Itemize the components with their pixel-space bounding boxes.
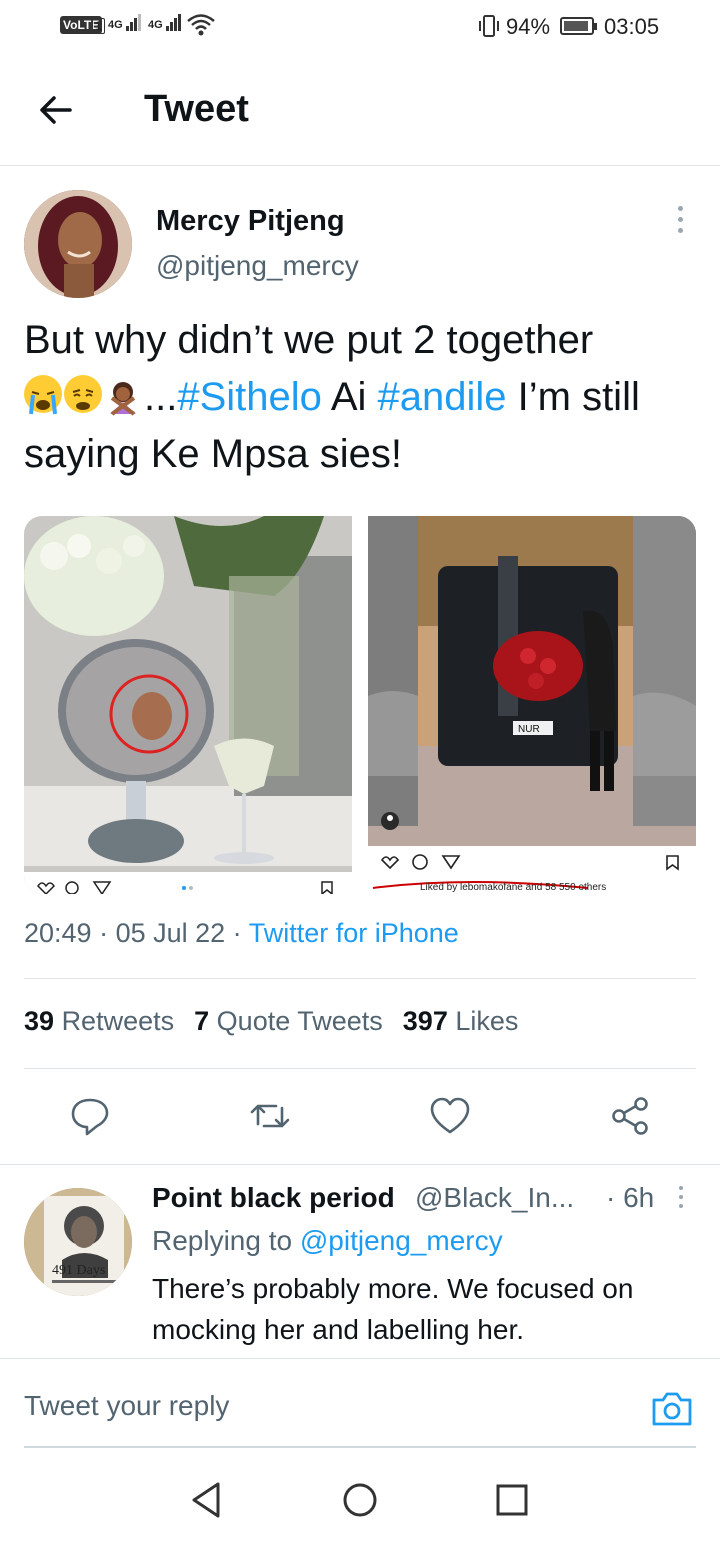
- replying-to: Replying to @pitjeng_mercy: [152, 1225, 503, 1256]
- battery-icon: [560, 17, 597, 35]
- tweet-date: 05 Jul 22: [115, 918, 226, 948]
- like-icon[interactable]: [428, 1094, 472, 1138]
- replying-to-link[interactable]: @pitjeng_mercy: [300, 1225, 503, 1256]
- back-nav-icon[interactable]: [186, 1478, 226, 1522]
- reply-input[interactable]: [24, 1390, 584, 1422]
- hashtag-sithelo[interactable]: #Sithelo: [177, 375, 322, 419]
- tweet-image-2[interactable]: NUR Liked by lebomakofane and 58 550 oth…: [368, 516, 696, 894]
- reply-time: · 6h: [606, 1182, 655, 1213]
- sim-badge: 1: [92, 18, 105, 34]
- camera-icon[interactable]: [650, 1386, 694, 1430]
- share-icon[interactable]: [608, 1094, 652, 1138]
- license-plate: NUR: [518, 724, 540, 735]
- recents-nav-icon[interactable]: [492, 1478, 532, 1522]
- reply-avatar[interactable]: 491 Days: [24, 1188, 132, 1296]
- divider: [24, 978, 696, 979]
- hashtag-andile[interactable]: #andile: [378, 375, 507, 419]
- signal-icon-2: 4G: [148, 14, 182, 31]
- wifi-icon: [187, 14, 215, 36]
- home-nav-icon[interactable]: [340, 1478, 380, 1522]
- quote-tweets-stat[interactable]: 7 Quote Tweets: [194, 1006, 383, 1036]
- tweet-stats: 39 Retweets 7 Quote Tweets 397 Likes: [24, 1006, 518, 1037]
- tweet-image-1[interactable]: [24, 516, 352, 894]
- retweet-icon[interactable]: [248, 1094, 292, 1138]
- reply-author-name[interactable]: Point black period: [152, 1182, 395, 1214]
- more-options-icon[interactable]: [672, 206, 688, 240]
- tweet-source[interactable]: Twitter for iPhone: [249, 918, 459, 948]
- retweets-stat[interactable]: 39 Retweets: [24, 1006, 174, 1036]
- status-bar: VoLTE 1 4G 4G 94% 03:05: [0, 0, 720, 56]
- signal-icon: 4G: [108, 14, 142, 31]
- divider: [24, 1068, 696, 1069]
- person-gesturing-no-icon: [104, 375, 142, 416]
- page-title: Tweet: [144, 88, 249, 130]
- divider: [0, 1164, 720, 1165]
- likes-stat[interactable]: 397 Likes: [403, 1006, 519, 1036]
- more-options-icon[interactable]: [676, 1186, 686, 1216]
- author-name[interactable]: Mercy Pitjeng: [156, 205, 345, 238]
- loudly-crying-face-icon: [24, 375, 62, 415]
- tweet-text: But why didn’t we put 2 together ...#Sit…: [24, 318, 640, 476]
- weary-face-icon: [64, 375, 102, 413]
- tweet-time: 20:49: [24, 918, 92, 948]
- divider: [0, 165, 720, 166]
- avatar-caption: 491 Days: [52, 1263, 105, 1278]
- clock: 03:05: [604, 14, 660, 39]
- reply-icon[interactable]: [68, 1094, 112, 1138]
- reply-author-handle[interactable]: @Black_In...: [415, 1182, 574, 1214]
- reply-text: There’s probably more. We focused on moc…: [152, 1273, 634, 1345]
- divider: [0, 1358, 720, 1359]
- arrow-left-icon[interactable]: [36, 90, 76, 130]
- tweet-meta: 20:49 · 05 Jul 22 · Twitter for iPhone: [24, 918, 459, 948]
- vibrate-icon: [479, 15, 499, 37]
- author-handle[interactable]: @pitjeng_mercy: [156, 250, 359, 282]
- battery-percent: 94%: [506, 14, 551, 39]
- liked-by-text: Liked by lebomakofane and 58 550 others: [420, 882, 606, 893]
- avatar[interactable]: [24, 190, 132, 298]
- input-underline: [24, 1446, 696, 1448]
